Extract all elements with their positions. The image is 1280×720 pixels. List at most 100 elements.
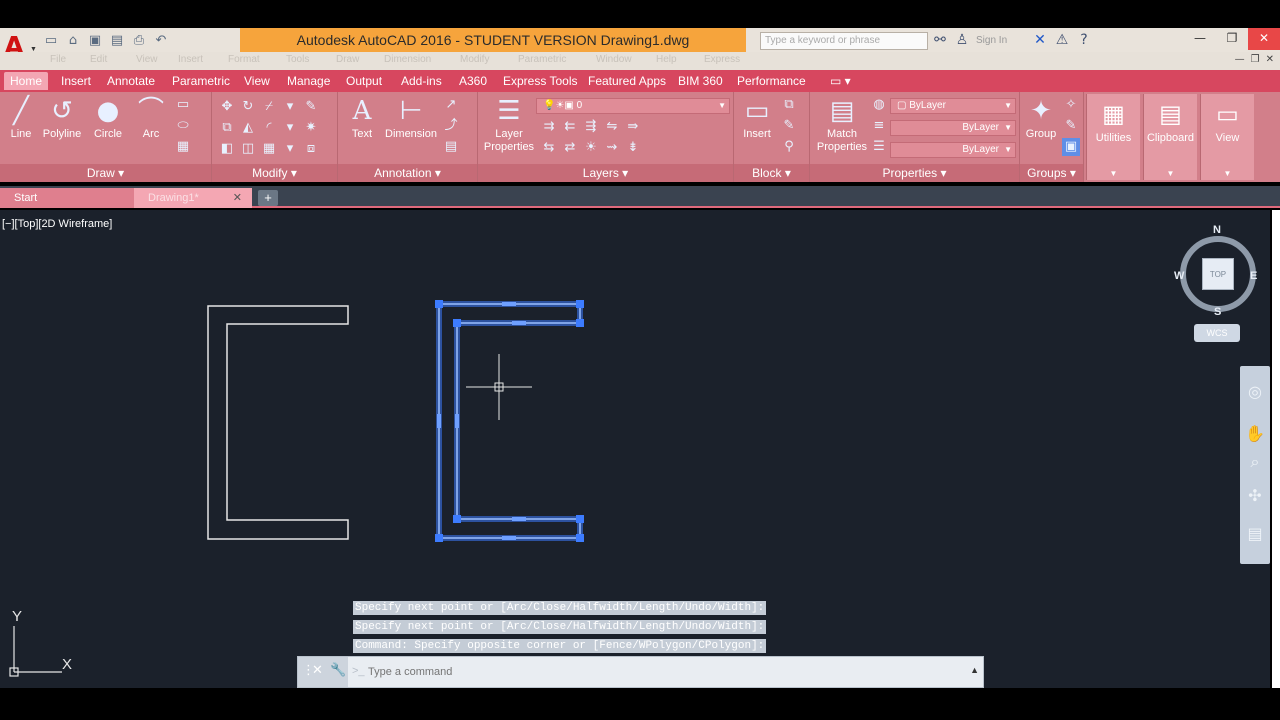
c-shape-right-selected[interactable] [435, 300, 584, 542]
multileader-icon[interactable]: ⤴ [442, 117, 460, 135]
create-block-icon[interactable]: ⧉ [780, 96, 798, 114]
polyline-button[interactable]: ↺ Polyline [40, 94, 84, 141]
block-attribute-icon[interactable]: ⚲ [780, 138, 798, 156]
layer-properties-button[interactable]: ☰ Layer Properties [482, 94, 536, 154]
menu-parametric[interactable]: Parametric [518, 54, 566, 65]
array-icon[interactable]: ▦ [260, 140, 278, 158]
menu-file[interactable]: File [50, 54, 66, 65]
color-dropdown[interactable]: ▢ ByLayer ▼ [890, 98, 1016, 114]
layer-lock-icon[interactable]: ⇆ [540, 139, 558, 157]
user-icon[interactable]: ♙ [954, 32, 970, 48]
exchange-apps-icon[interactable]: ✕ [1032, 32, 1048, 48]
grip[interactable] [576, 534, 584, 542]
block-panel-title[interactable]: Block ▾ [734, 164, 809, 182]
menu-window[interactable]: Window [596, 54, 632, 65]
circle-button[interactable]: ● Circle [88, 94, 128, 141]
copy-icon[interactable]: ⧉ [218, 119, 236, 137]
edit-block-icon[interactable]: ✎ [780, 117, 798, 135]
binoculars-icon[interactable]: ⚯ [932, 32, 948, 48]
layer-previous-icon[interactable]: ⇇ [561, 118, 579, 136]
open-folder-icon[interactable]: ⌂ [64, 33, 82, 49]
help-icon[interactable]: ? [1076, 32, 1092, 48]
showmotion-icon[interactable]: ▤ [1240, 524, 1270, 543]
grip[interactable] [435, 534, 443, 542]
midpoint-grip[interactable] [512, 517, 526, 521]
scrollbar[interactable] [1272, 210, 1280, 688]
group-edit-icon[interactable]: ✎ [1062, 117, 1080, 135]
ungroup-icon[interactable]: ✧ [1062, 96, 1080, 114]
arc-button[interactable]: ⌒ Arc [132, 94, 170, 141]
minimize-button[interactable]: — [1184, 28, 1216, 50]
stretch-icon[interactable]: ◧ [218, 140, 236, 158]
sign-in-link[interactable]: Sign In [976, 35, 1026, 46]
lineweight-dropdown[interactable]: ByLayer ▼ [890, 142, 1016, 158]
tab-performance[interactable]: Performance [737, 74, 806, 88]
midpoint-grip[interactable] [502, 302, 516, 306]
match-properties-button[interactable]: ▤ Match Properties [814, 94, 870, 154]
midpoint-grip[interactable] [512, 321, 526, 325]
midpoint-grip[interactable] [455, 414, 459, 428]
doc-minimize-button[interactable]: — [1235, 54, 1245, 65]
tab-parametric[interactable]: Parametric [172, 74, 230, 88]
view-button[interactable]: ▭ View ▼ [1200, 94, 1254, 180]
save-as-icon[interactable]: ▤ [108, 33, 126, 49]
drawing-canvas[interactable] [0, 210, 1240, 688]
menu-format[interactable]: Format [228, 54, 260, 65]
scale-icon[interactable]: ◫ [239, 140, 257, 158]
linetype-dropdown[interactable]: ByLayer ▼ [890, 120, 1016, 136]
rectangle-icon[interactable]: ▭ [174, 96, 192, 114]
clipboard-button[interactable]: ▤ Clipboard ▼ [1143, 94, 1197, 180]
new-file-icon[interactable]: ▭ [42, 33, 60, 49]
layer-dropdown[interactable]: 💡☀▣ 0 ▼ [536, 98, 730, 114]
explode-icon[interactable]: ✷ [302, 119, 320, 137]
doc-close-button[interactable]: ✕ [1266, 54, 1274, 65]
undo-icon[interactable]: ↶ [152, 33, 170, 49]
more3-icon[interactable]: ▾ [281, 140, 299, 158]
properties-panel-title[interactable]: Properties ▾ [810, 164, 1019, 182]
start-tab[interactable]: Start [0, 188, 134, 208]
rotate-icon[interactable]: ↻ [239, 98, 257, 116]
tab-home[interactable]: Home [4, 72, 49, 90]
midpoint-grip[interactable] [502, 536, 516, 540]
line-button[interactable]: ╱ Line [4, 94, 38, 141]
group-select-icon[interactable]: ▣ [1062, 138, 1080, 156]
menu-modify[interactable]: Modify [460, 54, 489, 65]
wrench-icon[interactable]: 🔧 [330, 663, 346, 678]
doc-restore-button[interactable]: ❐ [1251, 54, 1260, 65]
zoom-icon[interactable]: ⌕ [1240, 452, 1270, 472]
chevron-up-icon[interactable]: ▲ [970, 665, 979, 675]
compass-east[interactable]: E [1250, 270, 1257, 282]
more2-icon[interactable]: ▾ [281, 119, 299, 137]
layer-off-icon[interactable]: ⇛ [624, 118, 642, 136]
layer-unlock-icon[interactable]: ⇄ [561, 139, 579, 157]
grip[interactable] [576, 319, 584, 327]
drawing-viewport[interactable]: [−][Top][2D Wireframe] TOP N S E W WCS ◎… [0, 210, 1270, 688]
menu-draw[interactable]: Draw [336, 54, 359, 65]
wcs-menu-button[interactable]: WCS [1194, 324, 1240, 342]
layer-isolate-icon[interactable]: ⇶ [582, 118, 600, 136]
modify-panel-title[interactable]: Modify ▾ [212, 164, 337, 182]
tab-featured-apps[interactable]: Featured Apps [588, 74, 666, 88]
offset-icon[interactable]: ⧈ [302, 140, 320, 158]
viewcube-top-face[interactable]: TOP [1202, 258, 1234, 290]
group-button[interactable]: ✦ Group [1022, 94, 1060, 141]
layer-match-icon[interactable]: ⇉ [540, 118, 558, 136]
menu-express[interactable]: Express [704, 54, 740, 65]
fillet-icon[interactable]: ◜ [260, 119, 278, 137]
c-shape-left[interactable] [207, 305, 349, 540]
insert-block-button[interactable]: ▭ Insert [736, 94, 778, 141]
menu-help[interactable]: Help [656, 54, 677, 65]
layer-freeze-icon[interactable]: ⇋ [603, 118, 621, 136]
drawing-tab[interactable]: Drawing1* ✕ [134, 188, 252, 208]
new-tab-button[interactable]: + [258, 190, 278, 206]
grip[interactable] [453, 515, 461, 523]
save-icon[interactable]: ▣ [86, 33, 104, 49]
trim-icon[interactable]: ⌿ [260, 98, 278, 116]
layer-walk-icon[interactable]: ⇟ [624, 139, 642, 157]
menu-insert[interactable]: Insert [178, 54, 203, 65]
tab-a360[interactable]: A360 [459, 74, 487, 88]
restore-button[interactable]: ❐ [1216, 28, 1248, 50]
orbit-icon[interactable]: ✣ [1240, 486, 1270, 505]
tab-bim-360[interactable]: BIM 360 [678, 74, 723, 88]
grip[interactable] [576, 300, 584, 308]
